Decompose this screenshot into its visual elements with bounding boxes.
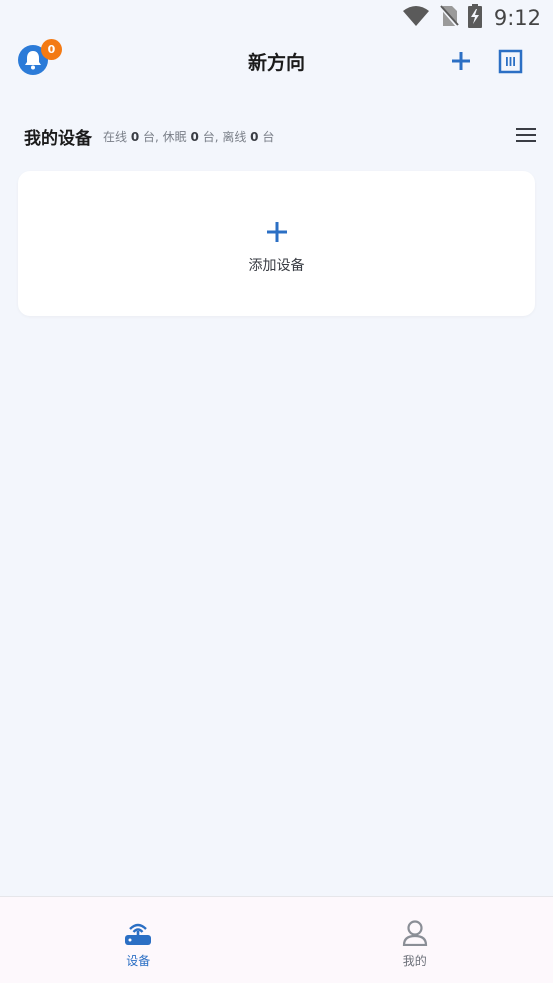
stat-offline-count: 0: [250, 129, 259, 144]
bottom-nav: 设备 我的: [0, 896, 553, 983]
device-stats: 在线 0 台, 休眠 0 台, 离线 0 台: [103, 128, 274, 145]
no-sim-icon: [438, 4, 460, 32]
person-icon: [402, 920, 428, 950]
tab-profile[interactable]: 我的: [277, 897, 553, 983]
plus-icon: [266, 221, 288, 247]
menu-icon: [516, 128, 536, 142]
section-title: 我的设备: [24, 128, 92, 149]
menu-button[interactable]: [516, 127, 536, 147]
stat-offline-label: 台, 离线: [202, 129, 247, 144]
tab-devices[interactable]: 设备: [0, 897, 277, 983]
stat-online-count: 0: [130, 129, 140, 144]
devices-section-header: 我的设备 在线 0 台, 休眠 0 台, 离线 0 台: [24, 121, 536, 151]
battery-charging-icon: [467, 4, 482, 32]
status-bar: 9:12: [0, 0, 553, 36]
stat-online-label: 在线: [103, 129, 128, 144]
tab-profile-label: 我的: [402, 954, 427, 968]
add-button[interactable]: [449, 49, 473, 77]
scan-icon: [498, 49, 523, 74]
wifi-icon: [402, 5, 430, 31]
stat-sleep-count: 0: [190, 129, 199, 144]
tab-devices-label: 设备: [126, 954, 151, 968]
app-header: 0 新方向: [0, 36, 553, 86]
add-device-card[interactable]: 添加设备: [18, 171, 535, 316]
stat-sleep-label: 台, 休眠: [143, 129, 187, 144]
status-time: 9:12: [493, 6, 541, 30]
router-icon: [124, 920, 152, 950]
scan-button[interactable]: [498, 49, 523, 78]
plus-icon: [452, 52, 470, 70]
add-device-label: 添加设备: [248, 257, 305, 274]
stat-unit: 台: [262, 129, 275, 144]
